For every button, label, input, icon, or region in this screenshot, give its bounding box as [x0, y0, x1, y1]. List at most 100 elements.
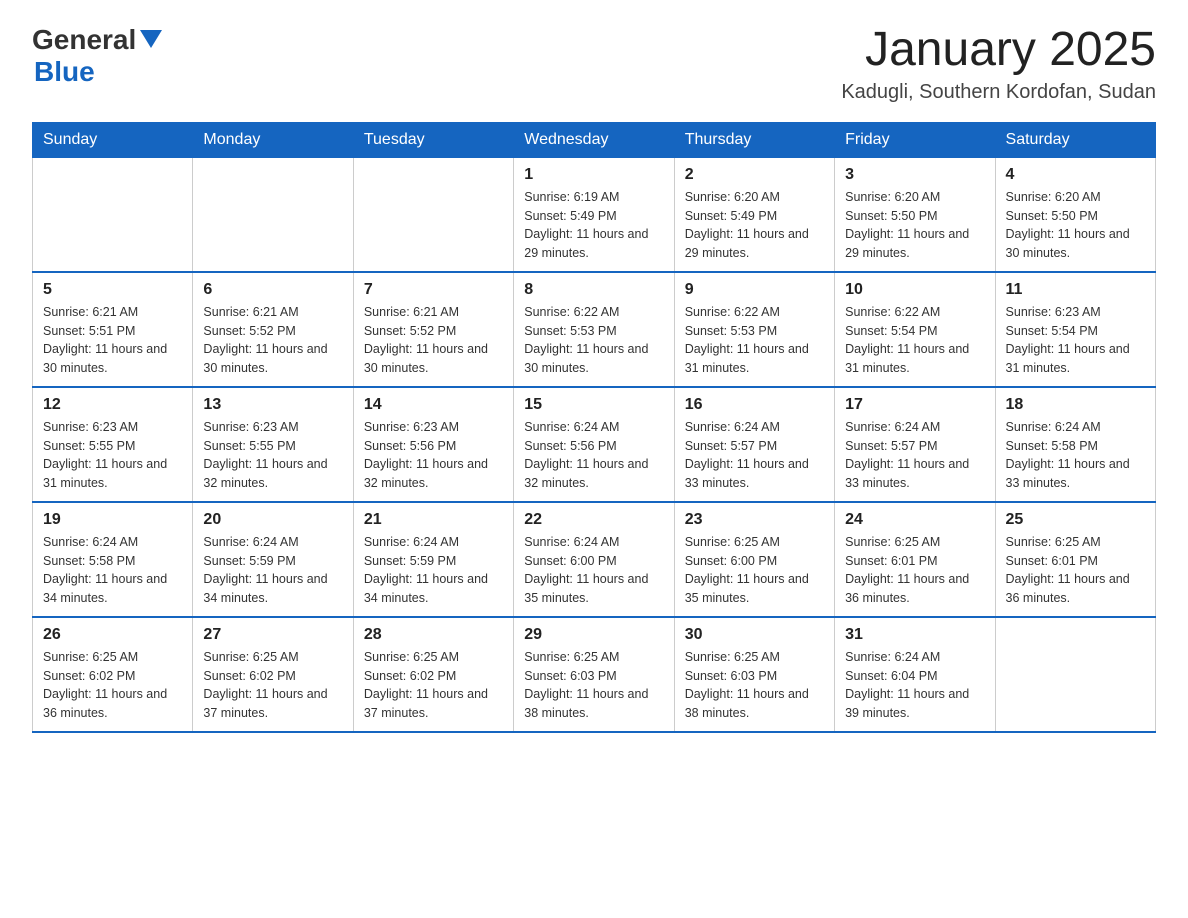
day-cell: 16 Sunrise: 6:24 AMSunset: 5:57 PMDayligh… — [674, 387, 834, 502]
day-info: Sunrise: 6:22 AMSunset: 5:53 PMDaylight:… — [524, 303, 663, 378]
day-info: Sunrise: 6:25 AMSunset: 6:03 PMDaylight:… — [524, 648, 663, 723]
day-info: Sunrise: 6:22 AMSunset: 5:53 PMDaylight:… — [685, 303, 824, 378]
day-number: 4 — [1006, 166, 1145, 184]
day-cell: 27Sunrise: 6:25 AMSunset: 6:02 PMDayligh… — [193, 617, 353, 732]
header-cell-thursday: Thursday — [674, 122, 834, 157]
week-row-1: 1Sunrise: 6:19 AMSunset: 5:49 PMDaylight… — [33, 157, 1156, 272]
day-info: Sunrise: 6:20 AMSunset: 5:50 PMDaylight:… — [1006, 188, 1145, 263]
day-info: Sunrise: 6:25 AMSunset: 6:01 PMDaylight:… — [1006, 533, 1145, 608]
day-number: 9 — [685, 281, 824, 299]
logo-blue: Blue — [34, 56, 95, 88]
day-cell: 8 Sunrise: 6:22 AMSunset: 5:53 PMDaylight… — [514, 272, 674, 387]
day-info: Sunrise: 6:24 AMSunset: 5:57 PMDaylight:… — [685, 418, 824, 493]
day-number: 25 — [1006, 511, 1145, 529]
day-info: Sunrise: 6:21 AMSunset: 5:52 PMDaylight:… — [203, 303, 342, 378]
day-cell: 9 Sunrise: 6:22 AMSunset: 5:53 PMDaylight… — [674, 272, 834, 387]
day-number: 21 — [364, 511, 503, 529]
day-info: Sunrise: 6:19 AMSunset: 5:49 PMDaylight:… — [524, 188, 663, 263]
calendar-title: January 2025 — [841, 24, 1156, 77]
day-info: Sunrise: 6:24 AMSunset: 5:57 PMDaylight:… — [845, 418, 984, 493]
day-number: 11 — [1006, 281, 1145, 299]
day-cell: 19 Sunrise: 6:24 AMSunset: 5:58 PMDayligh… — [33, 502, 193, 617]
day-cell: 29Sunrise: 6:25 AMSunset: 6:03 PMDayligh… — [514, 617, 674, 732]
day-cell: 18 Sunrise: 6:24 AMSunset: 5:58 PMDayligh… — [995, 387, 1155, 502]
header-cell-friday: Friday — [835, 122, 995, 157]
day-cell: 20Sunrise: 6:24 AMSunset: 5:59 PMDayligh… — [193, 502, 353, 617]
day-number: 3 — [845, 166, 984, 184]
day-number: 30 — [685, 626, 824, 644]
day-number: 22 — [524, 511, 663, 529]
day-cell: 12 Sunrise: 6:23 AMSunset: 5:55 PMDayligh… — [33, 387, 193, 502]
day-cell: 3 Sunrise: 6:20 AMSunset: 5:50 PMDaylight… — [835, 157, 995, 272]
day-cell: 1Sunrise: 6:19 AMSunset: 5:49 PMDaylight… — [514, 157, 674, 272]
day-cell: 5Sunrise: 6:21 AMSunset: 5:51 PMDaylight… — [33, 272, 193, 387]
day-info: Sunrise: 6:24 AMSunset: 5:58 PMDaylight:… — [1006, 418, 1145, 493]
day-number: 19 — [43, 511, 182, 529]
day-number: 7 — [364, 281, 503, 299]
day-cell: 13 Sunrise: 6:23 AMSunset: 5:55 PMDayligh… — [193, 387, 353, 502]
day-number: 8 — [524, 281, 663, 299]
day-info: Sunrise: 6:20 AMSunset: 5:49 PMDaylight:… — [685, 188, 824, 263]
page-header: General Blue January 2025 Kadugli, South… — [32, 24, 1156, 104]
day-info: Sunrise: 6:23 AMSunset: 5:55 PMDaylight:… — [43, 418, 182, 493]
day-cell: 23Sunrise: 6:25 AMSunset: 6:00 PMDayligh… — [674, 502, 834, 617]
day-info: Sunrise: 6:24 AMSunset: 6:00 PMDaylight:… — [524, 533, 663, 608]
day-number: 5 — [43, 281, 182, 299]
day-number: 28 — [364, 626, 503, 644]
day-info: Sunrise: 6:23 AMSunset: 5:56 PMDaylight:… — [364, 418, 503, 493]
day-info: Sunrise: 6:24 AMSunset: 5:59 PMDaylight:… — [364, 533, 503, 608]
week-row-3: 12 Sunrise: 6:23 AMSunset: 5:55 PMDayligh… — [33, 387, 1156, 502]
day-info: Sunrise: 6:20 AMSunset: 5:50 PMDaylight:… — [845, 188, 984, 263]
day-cell: 24Sunrise: 6:25 AMSunset: 6:01 PMDayligh… — [835, 502, 995, 617]
day-info: Sunrise: 6:24 AMSunset: 5:59 PMDaylight:… — [203, 533, 342, 608]
day-cell: 14Sunrise: 6:23 AMSunset: 5:56 PMDayligh… — [353, 387, 513, 502]
day-cell: 10 Sunrise: 6:22 AMSunset: 5:54 PMDayligh… — [835, 272, 995, 387]
logo-triangle-icon — [140, 30, 162, 48]
day-cell: 26 Sunrise: 6:25 AMSunset: 6:02 PMDayligh… — [33, 617, 193, 732]
day-cell: 4 Sunrise: 6:20 AMSunset: 5:50 PMDaylight… — [995, 157, 1155, 272]
calendar-subtitle: Kadugli, Southern Kordofan, Sudan — [841, 81, 1156, 104]
header-cell-tuesday: Tuesday — [353, 122, 513, 157]
day-number: 16 — [685, 396, 824, 414]
title-block: January 2025 Kadugli, Southern Kordofan,… — [841, 24, 1156, 104]
day-number: 6 — [203, 281, 342, 299]
day-number: 26 — [43, 626, 182, 644]
calendar-table: SundayMondayTuesdayWednesdayThursdayFrid… — [32, 122, 1156, 733]
day-info: Sunrise: 6:23 AMSunset: 5:55 PMDaylight:… — [203, 418, 342, 493]
day-info: Sunrise: 6:25 AMSunset: 6:02 PMDaylight:… — [43, 648, 182, 723]
day-cell — [995, 617, 1155, 732]
logo-general: General — [32, 24, 136, 56]
day-cell: 17 Sunrise: 6:24 AMSunset: 5:57 PMDayligh… — [835, 387, 995, 502]
header-cell-monday: Monday — [193, 122, 353, 157]
header-cell-saturday: Saturday — [995, 122, 1155, 157]
header-row: SundayMondayTuesdayWednesdayThursdayFrid… — [33, 122, 1156, 157]
day-cell: 28 Sunrise: 6:25 AMSunset: 6:02 PMDayligh… — [353, 617, 513, 732]
day-info: Sunrise: 6:24 AMSunset: 5:56 PMDaylight:… — [524, 418, 663, 493]
day-number: 18 — [1006, 396, 1145, 414]
day-info: Sunrise: 6:25 AMSunset: 6:02 PMDaylight:… — [364, 648, 503, 723]
logo: General Blue — [32, 24, 162, 88]
day-cell: 22 Sunrise: 6:24 AMSunset: 6:00 PMDayligh… — [514, 502, 674, 617]
calendar-header: SundayMondayTuesdayWednesdayThursdayFrid… — [33, 122, 1156, 157]
calendar-body: 1Sunrise: 6:19 AMSunset: 5:49 PMDaylight… — [33, 157, 1156, 732]
day-number: 10 — [845, 281, 984, 299]
day-info: Sunrise: 6:21 AMSunset: 5:52 PMDaylight:… — [364, 303, 503, 378]
day-cell: 31Sunrise: 6:24 AMSunset: 6:04 PMDayligh… — [835, 617, 995, 732]
day-number: 12 — [43, 396, 182, 414]
day-info: Sunrise: 6:22 AMSunset: 5:54 PMDaylight:… — [845, 303, 984, 378]
day-cell: 21 Sunrise: 6:24 AMSunset: 5:59 PMDayligh… — [353, 502, 513, 617]
day-cell: 6 Sunrise: 6:21 AMSunset: 5:52 PMDaylight… — [193, 272, 353, 387]
day-number: 17 — [845, 396, 984, 414]
day-number: 27 — [203, 626, 342, 644]
week-row-2: 5Sunrise: 6:21 AMSunset: 5:51 PMDaylight… — [33, 272, 1156, 387]
day-number: 15 — [524, 396, 663, 414]
day-cell — [353, 157, 513, 272]
day-cell — [33, 157, 193, 272]
day-number: 13 — [203, 396, 342, 414]
week-row-5: 26 Sunrise: 6:25 AMSunset: 6:02 PMDayligh… — [33, 617, 1156, 732]
day-cell: 2Sunrise: 6:20 AMSunset: 5:49 PMDaylight… — [674, 157, 834, 272]
week-row-4: 19 Sunrise: 6:24 AMSunset: 5:58 PMDayligh… — [33, 502, 1156, 617]
day-info: Sunrise: 6:24 AMSunset: 5:58 PMDaylight:… — [43, 533, 182, 608]
day-cell: 30Sunrise: 6:25 AMSunset: 6:03 PMDayligh… — [674, 617, 834, 732]
day-number: 23 — [685, 511, 824, 529]
